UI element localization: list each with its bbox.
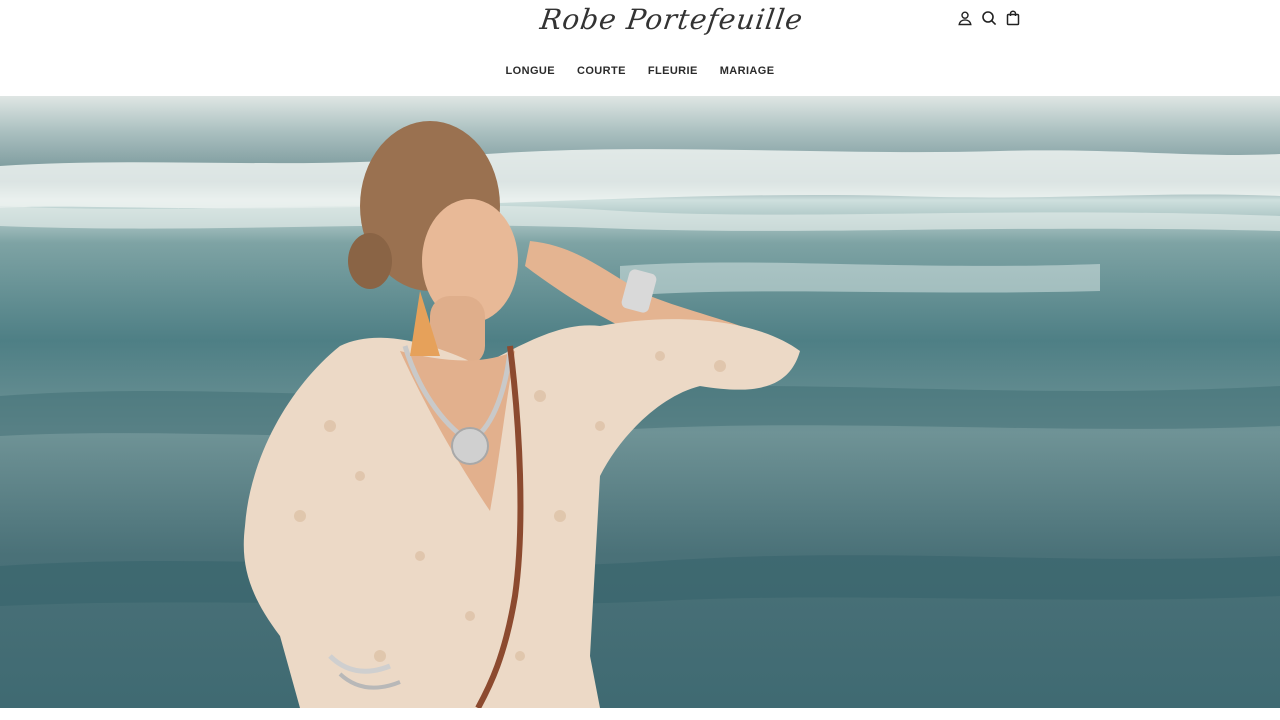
hero-image: [0, 121, 1280, 708]
site-header: Robe Portefeuille LONGUE COURTE FLEURIE …: [0, 0, 1280, 96]
nav-item-longue[interactable]: LONGUE: [506, 64, 555, 78]
account-icon[interactable]: [955, 8, 975, 28]
header-icons: [955, 8, 1023, 28]
cart-icon[interactable]: [1003, 8, 1023, 28]
nav-item-mariage[interactable]: MARIAGE: [720, 64, 775, 78]
brand-logo[interactable]: Robe Portefeuille: [537, 0, 805, 46]
page-bottom: [0, 708, 1280, 720]
search-icon[interactable]: [979, 8, 999, 28]
main-nav: LONGUE COURTE FLEURIE MARIAGE: [0, 64, 1280, 78]
hero-banner[interactable]: [0, 96, 1280, 708]
nav-item-courte[interactable]: COURTE: [577, 64, 626, 78]
nav-item-fleurie[interactable]: FLEURIE: [648, 64, 698, 78]
